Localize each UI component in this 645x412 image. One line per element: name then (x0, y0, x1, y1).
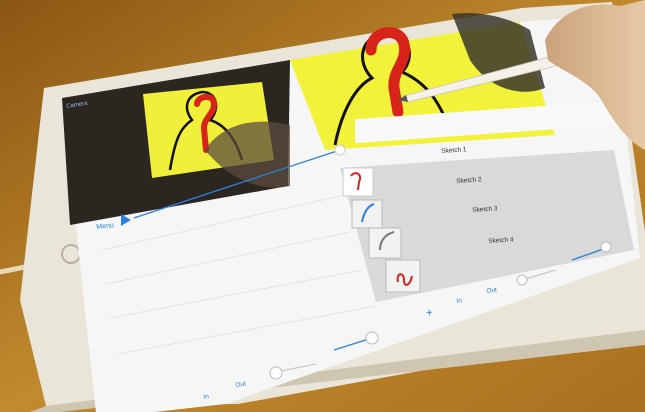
photo-scene (0, 0, 645, 412)
right-in-button[interactable]: In (456, 297, 462, 305)
left-slider-knob-b[interactable] (365, 331, 379, 345)
sketch-thumb-3[interactable] (368, 227, 402, 259)
right-slider-knob-a[interactable] (516, 274, 528, 286)
timeline-knob[interactable] (334, 144, 346, 156)
right-out-button[interactable]: Out (486, 287, 497, 295)
left-in-button[interactable]: In (203, 393, 209, 401)
sketch-thumb-2[interactable] (351, 199, 383, 229)
right-slider-knob-b[interactable] (600, 241, 612, 253)
left-out-button[interactable]: Out (235, 381, 246, 389)
left-slider-knob-a[interactable] (269, 366, 283, 380)
